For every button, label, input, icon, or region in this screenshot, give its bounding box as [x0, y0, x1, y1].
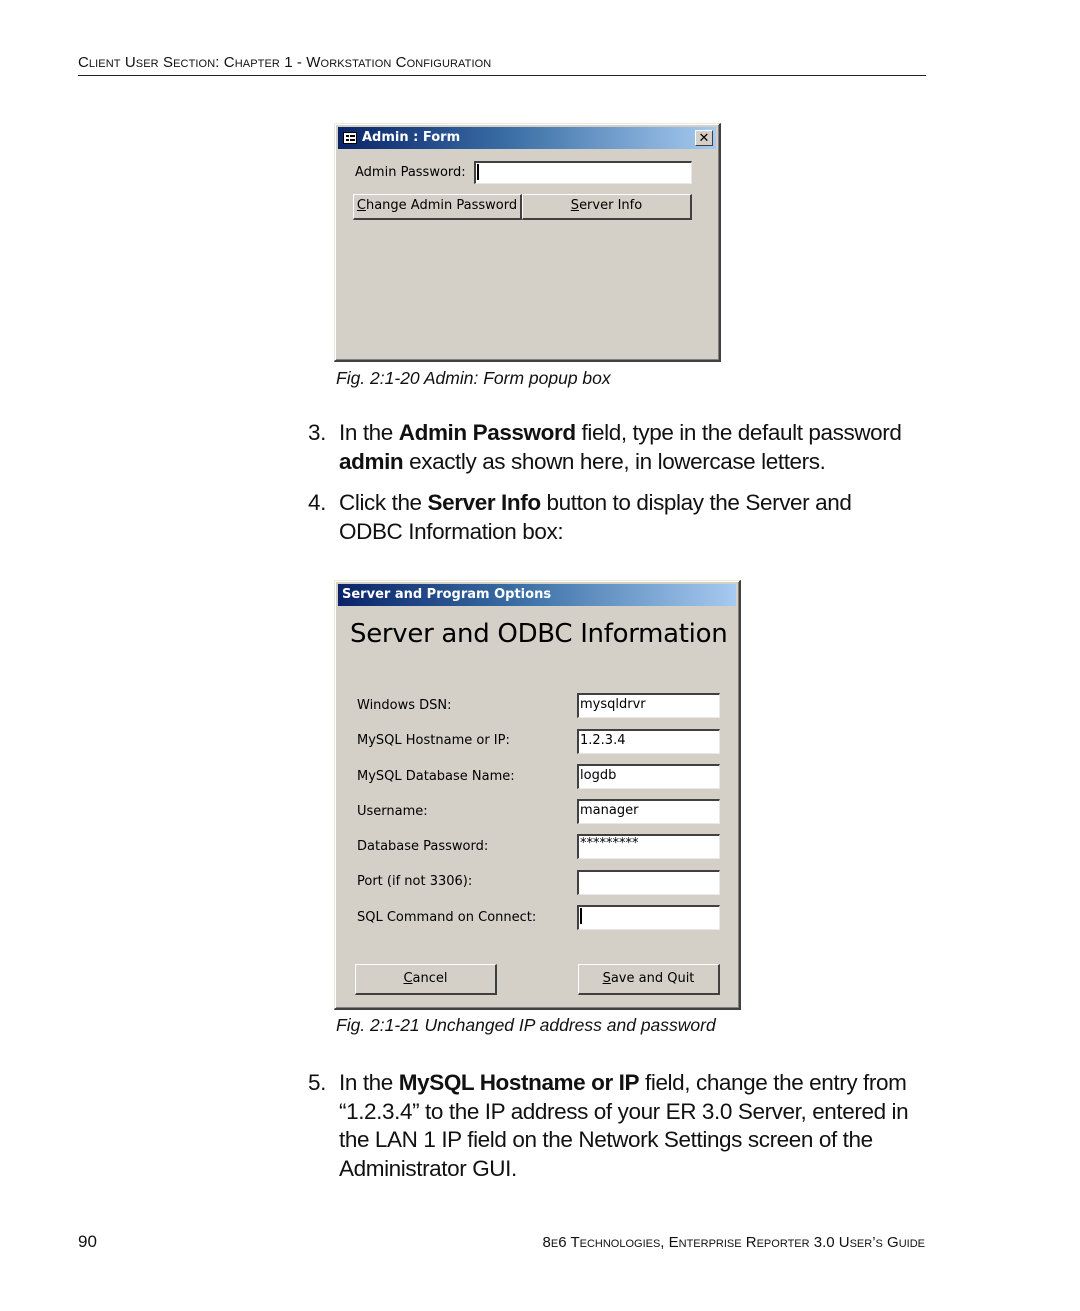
step-number: 5. [308, 1070, 326, 1095]
cancel-button[interactable]: Cancel [355, 964, 497, 995]
admin-password-label: Admin Password: [355, 165, 466, 180]
step-3: 3. In the Admin Password field, type in … [308, 419, 948, 476]
server-options-title: Server and Program Options [342, 587, 552, 602]
server-info-label: erver Info [579, 198, 643, 213]
guide-title: 8e6 Technologies, Enterprise Reporter 3.… [542, 1234, 925, 1251]
close-icon[interactable]: ✕ [695, 130, 713, 146]
cancel-mnemonic: C [403, 971, 413, 986]
port-label: Port (if not 3306): [357, 874, 473, 889]
admin-form-title: Admin : Form [362, 130, 461, 145]
step-text-bold: admin [339, 448, 404, 474]
username-label: Username: [357, 804, 428, 819]
running-header: Client User Section: Chapter 1 - Worksta… [78, 54, 926, 76]
admin-form-titlebar[interactable]: Admin : Form ✕ [338, 127, 716, 149]
step-text-bold: MySQL Hostname or IP [398, 1070, 640, 1095]
step-text: In the MySQL Hostname or IP field, chang… [339, 1069, 939, 1183]
step-text-part: field, type in the default password [575, 420, 902, 445]
server-info-mnemonic: S [570, 198, 580, 213]
mysql-hostname-label: MySQL Hostname or IP: [357, 733, 510, 748]
port-input[interactable] [577, 870, 720, 895]
username-input[interactable]: manager [577, 799, 720, 824]
step-text-part: exactly as shown here, in lowercase lett… [403, 448, 826, 474]
admin-password-input[interactable] [474, 161, 692, 184]
sql-command-input[interactable] [577, 905, 720, 930]
database-password-label: Database Password: [357, 839, 489, 854]
step-number: 3. [308, 420, 326, 445]
save-label: ave and Quit [610, 971, 695, 986]
step-text-bold: Admin Password [398, 420, 576, 445]
server-options-dialog: Server and Program Options Server and OD… [334, 580, 741, 1010]
save-mnemonic: S [602, 971, 611, 986]
step-number: 4. [308, 490, 326, 515]
figure-caption-2-1-20: Fig. 2:1-20 Admin: Form popup box [336, 368, 611, 388]
save-and-quit-button[interactable]: Save and Quit [578, 964, 720, 995]
step-text-bold: Server Info [427, 490, 542, 515]
step-text-part: Click the [339, 490, 428, 515]
server-options-titlebar[interactable]: Server and Program Options [338, 584, 736, 606]
mysql-database-input[interactable]: logdb [577, 764, 720, 789]
change-mnemonic: C [356, 198, 366, 213]
change-label: hange Admin Password [365, 198, 518, 213]
windows-dsn-input[interactable]: mysqldrvr [577, 693, 720, 718]
server-info-button[interactable]: Server Info [522, 194, 692, 220]
sql-command-label: SQL Command on Connect: [357, 910, 537, 925]
mysql-database-label: MySQL Database Name: [357, 769, 515, 784]
admin-form-dialog: Admin : Form ✕ Admin Password: Change Ad… [334, 123, 721, 362]
change-admin-password-button[interactable]: Change Admin Password [353, 194, 522, 220]
form-icon [343, 132, 357, 144]
mysql-hostname-input[interactable]: 1.2.3.4 [577, 729, 720, 754]
step-text: In the Admin Password field, type in the… [339, 419, 948, 476]
figure-caption-2-1-21: Fig. 2:1-21 Unchanged IP address and pas… [336, 1015, 716, 1035]
step-4: 4. Click the Server Info button to displ… [308, 489, 948, 546]
database-password-input[interactable]: ********* [577, 834, 720, 859]
page-number: 90 [78, 1232, 97, 1251]
step-text-part: In the [339, 420, 399, 445]
windows-dsn-label: Windows DSN: [357, 698, 452, 713]
step-text: Click the Server Info button to display … [339, 489, 899, 546]
step-text-part: In the [339, 1070, 399, 1095]
step-5: 5. In the MySQL Hostname or IP field, ch… [308, 1069, 948, 1183]
server-odbc-heading: Server and ODBC Information [350, 619, 728, 649]
cancel-label: ancel [412, 971, 448, 986]
